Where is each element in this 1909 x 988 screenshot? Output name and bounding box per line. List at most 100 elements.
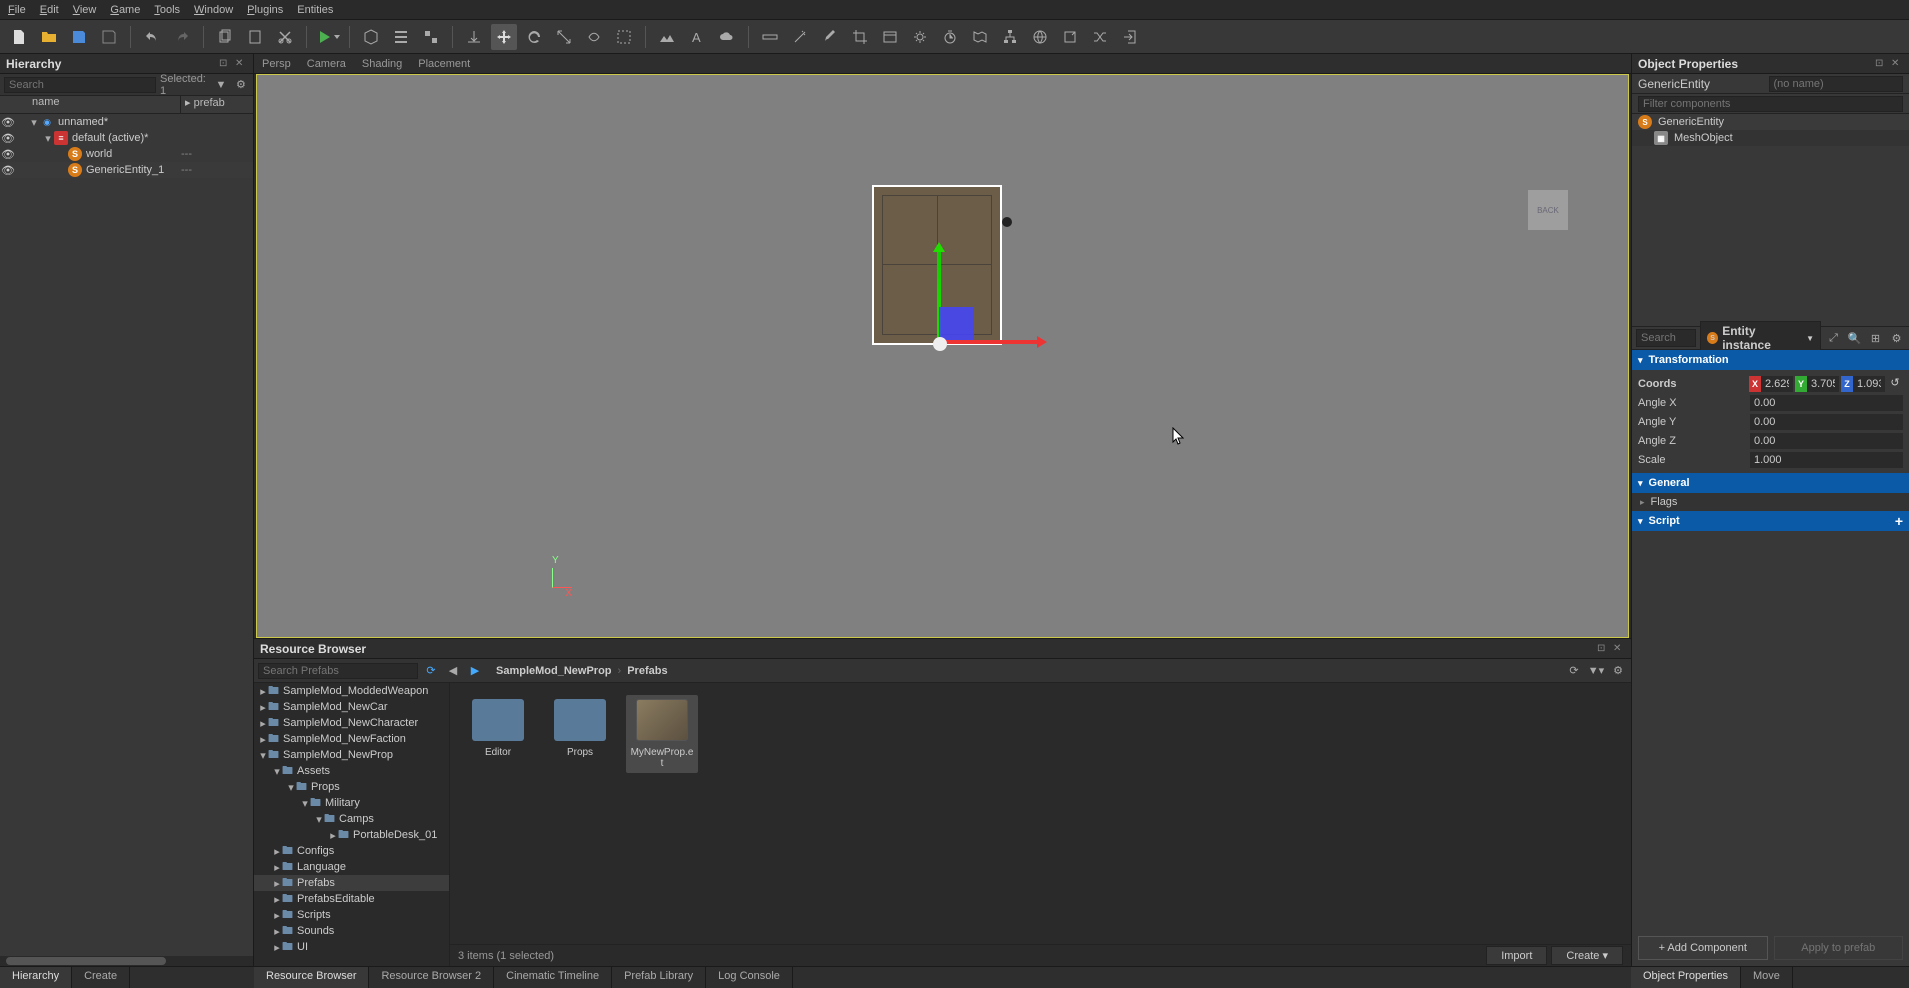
section-script[interactable]: Script+ <box>1632 511 1909 531</box>
gear-icon[interactable]: ⚙ <box>1888 329 1905 347</box>
angle-z-input[interactable] <box>1750 433 1903 449</box>
resource-tree-row[interactable]: ▸🖿UI <box>254 939 449 955</box>
component-row[interactable]: SGenericEntity <box>1632 114 1909 130</box>
menu-plugins[interactable]: Plugins <box>247 4 283 16</box>
instance-search[interactable] <box>1636 329 1696 347</box>
component-filter-input[interactable] <box>1638 96 1903 112</box>
list-icon[interactable] <box>388 24 414 50</box>
menu-game[interactable]: Game <box>110 4 140 16</box>
coord-y-input[interactable] <box>1807 376 1839 392</box>
create-button[interactable]: Create ▾ <box>1551 946 1623 965</box>
resource-tree-row[interactable]: ▾🖿Camps <box>254 811 449 827</box>
viewtab-persp[interactable]: Persp <box>262 58 291 70</box>
nav-fwd-icon[interactable]: ▶ <box>466 662 484 680</box>
paste-button[interactable] <box>242 24 268 50</box>
shuffle-icon[interactable] <box>1087 24 1113 50</box>
entity-name-input[interactable] <box>1769 76 1904 92</box>
redo-button[interactable] <box>169 24 195 50</box>
refresh-btn[interactable]: ⟳ <box>1565 662 1583 680</box>
bounds-tool-button[interactable] <box>611 24 637 50</box>
tab-cinematic-timeline[interactable]: Cinematic Timeline <box>494 967 612 988</box>
resource-tree-row[interactable]: ▾🖿Military <box>254 795 449 811</box>
search-icon[interactable]: 🔍 <box>1846 329 1863 347</box>
viewtab-shading[interactable]: Shading <box>362 58 402 70</box>
wand-icon[interactable] <box>787 24 813 50</box>
globe-icon[interactable] <box>1027 24 1053 50</box>
tab-resource-browser[interactable]: Resource Browser <box>254 967 369 988</box>
add-script-icon[interactable]: + <box>1895 513 1903 529</box>
save-button[interactable] <box>66 24 92 50</box>
ruler-icon[interactable] <box>757 24 783 50</box>
nav-back-icon[interactable]: ◀ <box>444 662 462 680</box>
viewtab-placement[interactable]: Placement <box>418 58 470 70</box>
breadcrumb-item[interactable]: Prefabs <box>627 665 667 677</box>
settings-icon[interactable]: ⚙ <box>1609 662 1627 680</box>
scrollbar[interactable] <box>0 956 253 966</box>
play-button[interactable] <box>315 24 341 50</box>
tab-create[interactable]: Create <box>72 967 130 988</box>
hierarchy-row[interactable]: 👁▾◉unnamed* <box>0 114 253 130</box>
panel-close-icon[interactable]: ✕ <box>1891 58 1903 70</box>
tab-log-console[interactable]: Log Console <box>706 967 793 988</box>
panel-dock-icon[interactable]: ⊡ <box>1597 643 1609 655</box>
hierarchy-icon[interactable] <box>997 24 1023 50</box>
terrain-icon[interactable] <box>654 24 680 50</box>
tab-prefab-library[interactable]: Prefab Library <box>612 967 706 988</box>
filter-dropdown[interactable]: ▼▾ <box>1587 662 1605 680</box>
cut-button[interactable] <box>272 24 298 50</box>
resource-tree-row[interactable]: ▾🖿Assets <box>254 763 449 779</box>
component-list[interactable]: SGenericEntity▦MeshObject <box>1632 114 1909 146</box>
add-component-button[interactable]: + Add Component <box>1638 936 1768 960</box>
align-icon[interactable] <box>461 24 487 50</box>
tab-object-properties[interactable]: Object Properties <box>1631 967 1741 988</box>
viewtab-camera[interactable]: Camera <box>307 58 346 70</box>
import-button[interactable]: Import <box>1486 946 1547 965</box>
resource-tree-row[interactable]: ▸🖿SampleMod_NewCar <box>254 699 449 715</box>
refresh-icon[interactable]: ⟳ <box>422 662 440 680</box>
font-icon[interactable]: A <box>684 24 710 50</box>
hierarchy-tree[interactable]: 👁▾◉unnamed*👁▾≡default (active)*👁Sworld--… <box>0 114 253 956</box>
viewport-3d[interactable]: BACK Y X <box>256 74 1629 638</box>
menu-tools[interactable]: Tools <box>154 4 180 16</box>
cube-icon[interactable] <box>358 24 384 50</box>
rotate-tool-button[interactable] <box>521 24 547 50</box>
gizmo-x-axis[interactable] <box>939 340 1039 344</box>
resource-item[interactable]: Props <box>544 695 616 762</box>
coord-x-input[interactable] <box>1761 376 1793 392</box>
scale-input[interactable] <box>1750 452 1903 468</box>
copy-button[interactable] <box>212 24 238 50</box>
move-tool-button[interactable] <box>491 24 517 50</box>
menu-edit[interactable]: Edit <box>40 4 59 16</box>
hierarchy-row[interactable]: 👁SGenericEntity_1--- <box>0 162 253 178</box>
map-icon[interactable] <box>967 24 993 50</box>
open-icon[interactable]: ⤢ <box>1825 329 1842 347</box>
undo-button[interactable] <box>139 24 165 50</box>
breadcrumb-item[interactable]: SampleMod_NewProp <box>496 665 612 677</box>
hierarchy-row[interactable]: 👁Sworld--- <box>0 146 253 162</box>
new-file-button[interactable] <box>6 24 32 50</box>
window-icon[interactable] <box>877 24 903 50</box>
hierarchy-search-input[interactable] <box>4 77 156 93</box>
filter-icon[interactable]: ▼ <box>213 76 229 94</box>
section-general[interactable]: General <box>1632 473 1909 493</box>
tab-resource-browser-2[interactable]: Resource Browser 2 <box>369 967 494 988</box>
gizmo-xy-plane[interactable] <box>939 307 974 342</box>
component-row[interactable]: ▦MeshObject <box>1632 130 1909 146</box>
panel-close-icon[interactable]: ✕ <box>235 58 247 70</box>
menu-view[interactable]: View <box>73 4 97 16</box>
tab-move[interactable]: Move <box>1741 967 1793 988</box>
tree-icon[interactable]: ⊞ <box>1867 329 1884 347</box>
panel-close-icon[interactable]: ✕ <box>1613 643 1625 655</box>
resource-tree-row[interactable]: ▸🖿SampleMod_NewFaction <box>254 731 449 747</box>
resource-tree-row[interactable]: ▾🖿Props <box>254 779 449 795</box>
angle-y-input[interactable] <box>1750 414 1903 430</box>
resource-items[interactable]: EditorPropsMyNewProp.et <box>450 683 1631 944</box>
gizmo-origin[interactable] <box>933 337 947 351</box>
scale-tool-button[interactable] <box>551 24 577 50</box>
resource-item[interactable]: MyNewProp.et <box>626 695 698 773</box>
hierarchy-col-prefab[interactable]: ▸ prefab <box>181 96 253 113</box>
snap-icon[interactable] <box>418 24 444 50</box>
save-as-button[interactable] <box>96 24 122 50</box>
settings-icon[interactable]: ⚙ <box>233 76 249 94</box>
transform-tool-button[interactable] <box>581 24 607 50</box>
